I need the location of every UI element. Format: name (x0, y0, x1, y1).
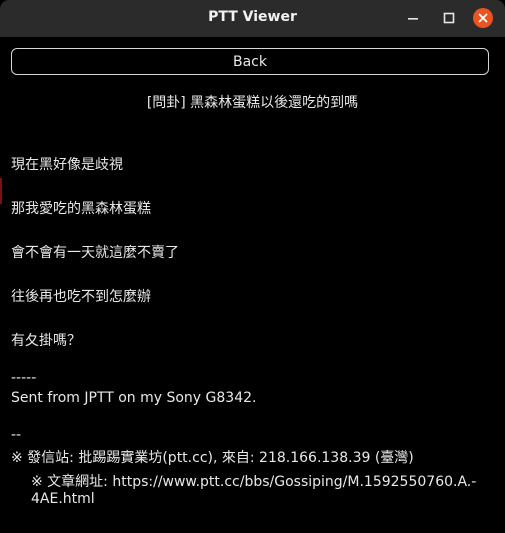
signature-separator: ----- (11, 370, 37, 386)
body-line: 會不會有一天就這麼不賣了 (11, 245, 179, 261)
body-line: 往後再也吃不到怎麼辦 (11, 289, 151, 305)
minimize-button[interactable] (403, 8, 423, 28)
maximize-button[interactable] (439, 8, 459, 28)
minimize-icon (408, 18, 418, 20)
footer-separator: -- (11, 427, 22, 443)
edge-marker (0, 178, 2, 204)
maximize-icon (443, 12, 455, 24)
close-button[interactable] (473, 8, 493, 28)
scrollbar[interactable] (501, 37, 505, 533)
url-line[interactable]: ※ 文章網址: https://www.ptt.cc/bbs/Gossiping… (31, 471, 476, 491)
post-title: [問卦] 黑森林蛋糕以後還吃的到嗎 (146, 95, 359, 111)
origin-line: ※ 發信站: 批踢踢實業坊(ptt.cc), 來自: 218.166.138.3… (11, 450, 414, 466)
title-bar[interactable]: PTT Viewer (0, 0, 505, 37)
body-line: 有夂掛嗎？ (11, 333, 81, 349)
url-line-continued[interactable]: 4AE.html (31, 491, 95, 507)
close-icon (478, 13, 488, 23)
window-title: PTT Viewer (208, 9, 297, 25)
body-line: 那我愛吃的黑森林蛋糕 (11, 201, 151, 217)
back-button[interactable]: Back (11, 48, 489, 75)
signature-text: Sent from JPTT on my Sony G8342. (11, 390, 257, 406)
body-line: 現在黑好像是歧視 (11, 157, 123, 173)
app-window: PTT Viewer Back [問卦] 黑森林蛋糕以後還吃的到嗎 現在黑好像是… (0, 0, 505, 533)
